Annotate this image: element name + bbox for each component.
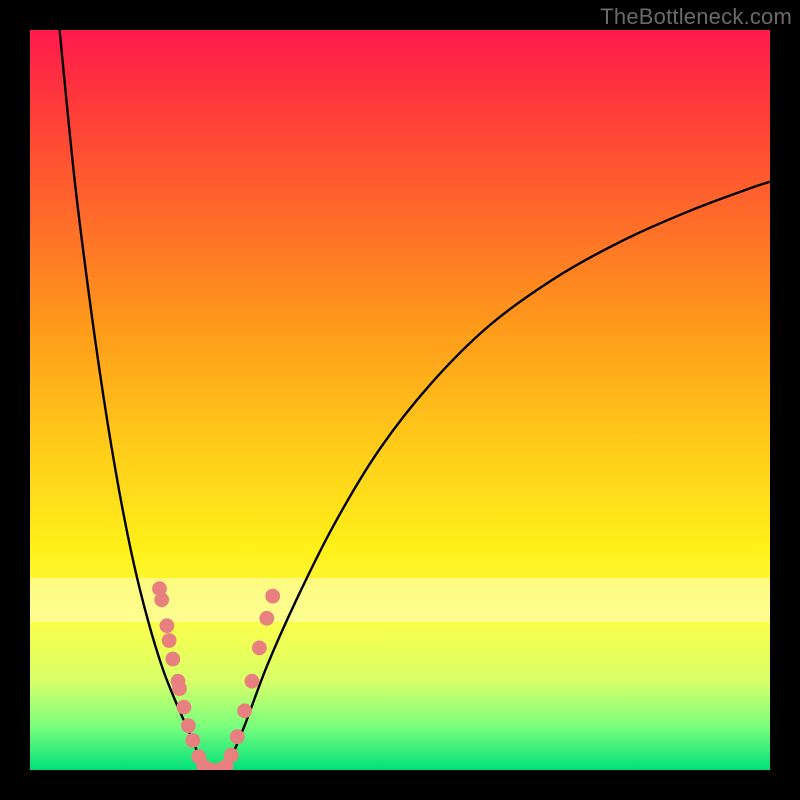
data-marker — [172, 681, 187, 696]
data-marker — [237, 703, 252, 718]
data-marker — [154, 592, 169, 607]
curve-right — [226, 182, 770, 770]
watermark-text: TheBottleneck.com — [600, 4, 792, 30]
data-marker — [181, 718, 196, 733]
data-marker — [177, 700, 192, 715]
data-marker — [230, 729, 245, 744]
data-marker — [162, 633, 177, 648]
data-marker — [245, 674, 260, 689]
curve-left — [60, 30, 204, 770]
data-marker — [224, 748, 239, 763]
marker-group — [152, 581, 280, 770]
chart-frame: TheBottleneck.com — [0, 0, 800, 800]
data-marker — [160, 618, 175, 633]
data-marker — [259, 611, 274, 626]
data-marker — [185, 733, 200, 748]
data-marker — [252, 641, 267, 656]
data-marker — [165, 652, 180, 667]
data-marker — [265, 589, 280, 604]
plot-area — [30, 30, 770, 770]
curve-layer — [30, 30, 770, 770]
